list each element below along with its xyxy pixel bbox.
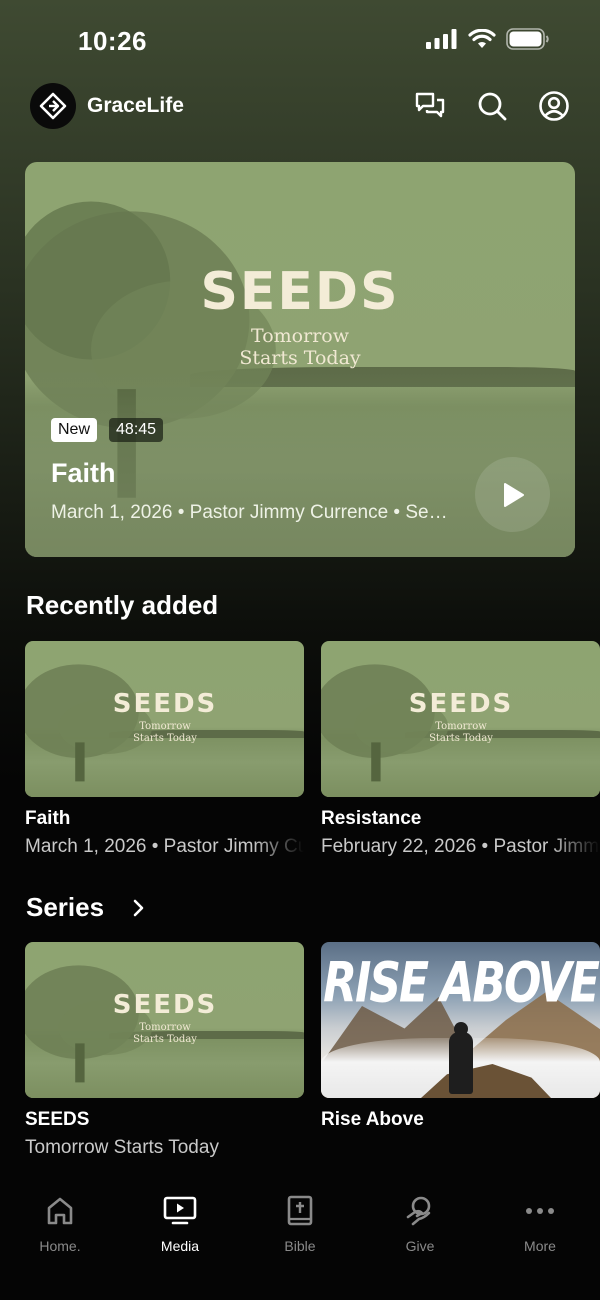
status-time: 10:26 (78, 26, 147, 56)
bible-icon (287, 1195, 313, 1226)
hero-title: Faith (51, 458, 116, 488)
art-title: SEEDS (408, 689, 514, 719)
art-title: SEEDS (200, 262, 400, 322)
hero-meta: March 1, 2026 • Pastor Jimmy Currence • … (51, 502, 451, 523)
app-header: GraceLife (30, 82, 572, 130)
card-title: Resistance (321, 808, 422, 829)
card-title: Faith (25, 808, 71, 829)
art-subtitle-2: Starts Today (429, 732, 493, 744)
hero-badges: New 48:45 (51, 418, 164, 442)
play-button[interactable] (475, 457, 550, 532)
card-thumbnail: SEEDS Tomorrow Starts Today (25, 942, 304, 1098)
tab-label: Media (160, 1238, 200, 1254)
card-thumbnail: RISE ABOVE (321, 942, 600, 1098)
recently-added-heading: Recently added (26, 590, 219, 620)
card-thumbnail: SEEDS Tomorrow Starts Today (25, 641, 304, 797)
art-wordmark: SEEDS Tomorrow Starts Today (401, 691, 521, 744)
art-subtitle-1: Tomorrow (435, 721, 487, 732)
tab-home[interactable]: Home. (0, 1180, 120, 1300)
tab-label: More (524, 1238, 556, 1254)
art-title: SEEDS (112, 990, 218, 1020)
profile-button[interactable] (536, 88, 572, 124)
app-logo[interactable] (30, 83, 76, 129)
art-subtitle-1: Tomorrow (139, 1022, 191, 1033)
tab-bible[interactable]: Bible (240, 1180, 360, 1300)
art-wordmark: SEEDS Tomorrow Starts Today (165, 266, 435, 370)
battery-icon (506, 28, 549, 50)
card-artwork: SEEDS Tomorrow Starts Today (321, 641, 600, 797)
status-bar: 10:26 (0, 0, 600, 80)
play-icon (503, 482, 524, 507)
messages-button[interactable] (412, 88, 448, 124)
card-artwork: SEEDS Tomorrow Starts Today (25, 641, 304, 797)
status-icons (426, 28, 550, 50)
card-meta: March 1, 2026 • Pastor Jimmy Currence (25, 836, 304, 857)
card-meta: February 22, 2026 • Pastor Jimmy Currenc… (321, 836, 600, 857)
art-subtitle-1: Tomorrow (139, 721, 191, 732)
art-subtitle-2: Starts Today (133, 1033, 197, 1045)
logo-icon (39, 92, 67, 120)
tv-icon (163, 1196, 197, 1225)
chat-icon (415, 92, 445, 118)
art-title: RISE ABOVE (323, 951, 600, 1016)
series-heading[interactable]: Series (26, 892, 104, 923)
art-person (449, 1032, 473, 1094)
card-title: SEEDS (25, 1109, 90, 1130)
art-subtitle-2: Starts Today (133, 732, 197, 744)
art-wordmark: SEEDS Tomorrow Starts Today (105, 992, 225, 1045)
signal-icon (426, 29, 457, 49)
give-icon (406, 1196, 431, 1226)
home-icon (47, 1197, 73, 1225)
duration-badge: 48:45 (109, 418, 164, 442)
chevron-right-icon[interactable] (130, 898, 148, 918)
card-thumbnail: SEEDS Tomorrow Starts Today (321, 641, 600, 797)
art-subtitle-2: Starts Today (239, 346, 361, 369)
art-wordmark: SEEDS Tomorrow Starts Today (105, 691, 225, 744)
tab-give[interactable]: Give (360, 1180, 480, 1300)
account-icon (539, 91, 569, 121)
app-name: GraceLife (87, 94, 184, 117)
tab-label: Home. (39, 1238, 81, 1254)
search-icon (478, 92, 507, 121)
card-artwork: SEEDS Tomorrow Starts Today (25, 942, 304, 1098)
tab-more[interactable]: More (480, 1180, 600, 1300)
wifi-icon (468, 29, 496, 48)
rise-above-artwork: RISE ABOVE (321, 942, 600, 1098)
tab-media[interactable]: Media (120, 1180, 240, 1300)
more-icon (526, 1208, 554, 1214)
header-actions (412, 88, 572, 124)
bottom-tab-bar: Home. Media Bible Give More (0, 1180, 600, 1300)
card-subtitle: Tomorrow Starts Today (25, 1137, 219, 1158)
search-button[interactable] (474, 88, 510, 124)
art-title: SEEDS (112, 689, 218, 719)
new-badge: New (51, 418, 98, 442)
tab-label: Bible (284, 1238, 316, 1254)
card-title: Rise Above (321, 1109, 424, 1130)
featured-sermon-card[interactable]: SEEDS Tomorrow Starts Today New 48:45 Fa… (25, 162, 575, 557)
art-subtitle-1: Tomorrow (251, 325, 349, 347)
tab-label: Give (405, 1238, 435, 1254)
